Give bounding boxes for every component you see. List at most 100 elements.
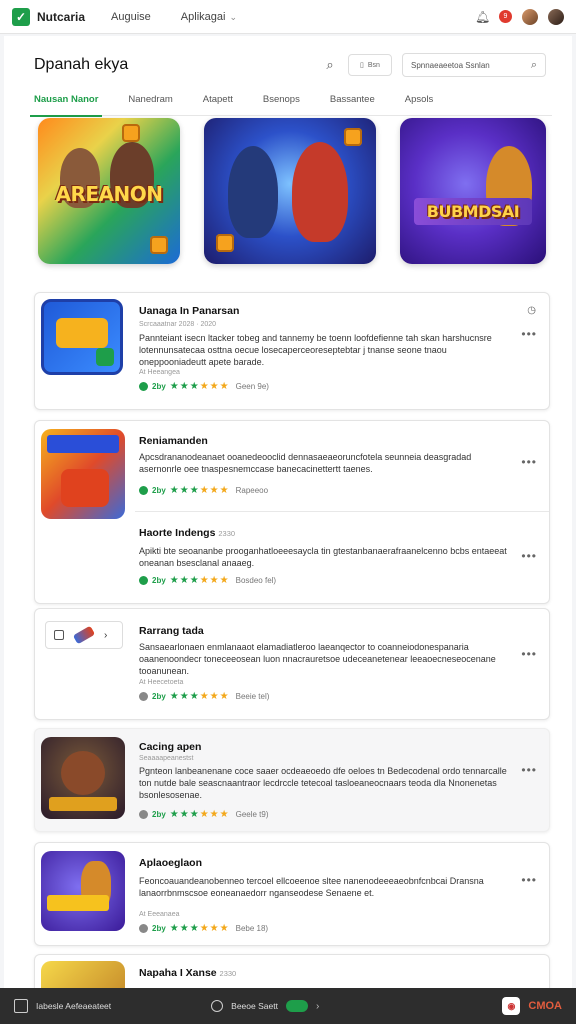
coin-icon [344, 128, 362, 146]
app-name[interactable]: Rarrang tada [139, 625, 204, 637]
featured-banner[interactable]: BUBMDSAI [400, 118, 546, 264]
star-icon: ★★★ [199, 575, 230, 586]
app-thumbnail-button[interactable]: › [45, 621, 123, 649]
notification-badge[interactable]: 9 [499, 10, 512, 23]
page-header: Dpanah ekya ⌕ ▯ Bsn Spnnaeaeetoa Ssnlan … [34, 50, 546, 80]
star-icon: ★★★ [169, 381, 200, 392]
record-icon[interactable] [211, 1000, 224, 1012]
logo-text[interactable]: Nutcaria [37, 10, 85, 24]
app-name[interactable]: Uanaga In Panarsan [139, 305, 239, 317]
star-icon: ★★★ [169, 809, 200, 820]
info-icon[interactable]: ◷ [527, 305, 537, 316]
more-options-icon[interactable]: ••• [521, 873, 537, 887]
tab[interactable]: Bassantee [330, 84, 375, 116]
top-nav-item[interactable]: Auguise [111, 11, 151, 23]
filter-button[interactable]: ▯ Bsn [348, 54, 392, 76]
more-options-icon[interactable]: ••• [521, 549, 537, 563]
rating-count: Rapeeoo [235, 486, 269, 495]
rating-count: Geele t9) [235, 810, 269, 819]
search-icon: ⌕ [530, 58, 537, 71]
star-icon: ★★★ [169, 923, 200, 934]
app-name-text: Napaha I Xanse [139, 967, 217, 979]
app-description: Feoncoauandeanobenneo tercoel ellcoeenoe… [139, 876, 484, 898]
app-card[interactable]: Aplaoeglaon Feoncoauandeanobenneo tercoe… [34, 842, 550, 946]
rating-value: 2by [152, 692, 166, 701]
tab[interactable]: Nanedram [128, 84, 172, 116]
filter-icon: ▯ [360, 62, 364, 69]
app-badge-icon[interactable]: ◉ [502, 997, 521, 1015]
top-nav-label: Aplikagai [180, 10, 226, 23]
chevron-right-icon[interactable]: › [316, 1001, 319, 1012]
app-icon-art [47, 895, 109, 911]
app-meta: 2330 [219, 969, 237, 978]
logo-icon[interactable]: ✓ [12, 7, 30, 26]
bottom-left-label[interactable]: Iabesle Aefeaeateet [36, 1001, 111, 1011]
app-icon-art [61, 751, 105, 795]
app-meta: At Heeangea [139, 369, 180, 376]
app-name-text: Haorte Indengs [139, 527, 216, 539]
tab[interactable]: Bsenops [263, 84, 300, 116]
bottom-mid-label[interactable]: Beeoe Saett [231, 1001, 278, 1011]
app-card[interactable]: › Rarrang tada Sansaearlonaen enmlanaaot… [34, 608, 550, 720]
star-icon: ★★★ [169, 485, 200, 496]
app-name[interactable]: Napaha I Xanse 2330 [139, 967, 236, 979]
star-icon: ★★★ [199, 381, 230, 392]
rating-count: Bosdeo fel) [235, 576, 277, 585]
app-icon-art [56, 318, 108, 348]
chevron-down-icon: ⌄ [229, 11, 237, 22]
featured-banner[interactable]: AREANON [38, 118, 180, 264]
rating: 2by ★★★ ★★★ Geele t9) [139, 809, 269, 820]
search-input[interactable]: Spnnaeaeetoa Ssnlan ⌕ [402, 53, 546, 77]
featured-banner[interactable] [204, 118, 376, 264]
bell-icon[interactable]: 🔔︎ [475, 10, 490, 24]
filter-label: Bsn [367, 61, 380, 69]
app-description: Pgnteon lanbeanenane coce saaer ocdeaeoe… [139, 766, 507, 800]
rating-icon [139, 576, 148, 585]
rating: 2by ★★★ ★★★ Geen 9e) [139, 381, 269, 392]
app-meta: At Eeeanaea [139, 911, 180, 918]
search-placeholder: Spnnaeaeetoa Ssnlan [411, 60, 490, 70]
tab[interactable]: Apsols [405, 84, 434, 116]
app-icon-art [49, 797, 117, 811]
category-tabs: Nausan Nanor Nanedram Atapett Bsenops Ba… [29, 84, 552, 117]
search-icon[interactable]: ⌕ [320, 55, 340, 75]
tab[interactable]: Atapett [203, 84, 233, 116]
app-name[interactable]: Haorte Indengs 2330 [139, 527, 235, 539]
avatar[interactable] [522, 8, 538, 25]
rating: 2by ★★★ ★★★ Bebe 18) [139, 923, 268, 934]
more-options-icon[interactable]: ••• [521, 647, 537, 661]
app-meta: 2330 [218, 529, 236, 538]
banner-title: AREANON [55, 182, 164, 206]
star-icon: ★★★ [169, 691, 200, 702]
app-icon [41, 851, 125, 931]
character-art [292, 142, 348, 242]
star-icon: ★★★ [199, 485, 230, 496]
app-name[interactable]: Reniamanden [139, 435, 208, 447]
rating-count: Geen 9e) [235, 382, 269, 391]
more-options-icon[interactable]: ••• [521, 327, 537, 341]
rating-icon [139, 692, 148, 701]
more-options-icon[interactable]: ••• [521, 455, 537, 469]
top-bar: ✓ Nutcaria Auguise Aplikagai ⌄ 🔔︎ 9 [0, 0, 576, 34]
app-meta: Scrcaaatnar 2028 · 2020 [139, 321, 217, 328]
more-options-icon[interactable]: ••• [521, 763, 537, 777]
star-icon: ★★★ [169, 575, 200, 586]
rating-value: 2by [152, 486, 166, 495]
tab-featured[interactable]: Nausan Nanor [29, 84, 103, 117]
app-card[interactable]: Uanaga In Panarsan Scrcaaatnar 2028 · 20… [34, 292, 550, 410]
user-avatar[interactable] [548, 8, 564, 25]
banner-title: BUBMDSAI [414, 198, 532, 225]
chevron-right-icon: › [104, 629, 108, 641]
edit-icon[interactable] [14, 999, 28, 1013]
rating-icon [139, 486, 148, 495]
app-card[interactable]: Cacing apen Seaaaapeanestst Pgnteon lanb… [34, 728, 550, 832]
app-icon[interactable] [41, 429, 125, 519]
app-meta: At Heecetoeta [139, 679, 184, 686]
toggle-switch[interactable] [285, 1000, 308, 1012]
checkbox-icon [54, 630, 64, 640]
top-nav-item[interactable]: Aplikagai ⌄ [181, 11, 237, 23]
app-name[interactable]: Aplaoeglaon [139, 857, 202, 869]
main-panel: Dpanah ekya ⌕ ▯ Bsn Spnnaeaeetoa Ssnlan … [4, 36, 572, 1001]
app-name[interactable]: Cacing apen [139, 741, 201, 753]
coin-icon [122, 124, 140, 142]
